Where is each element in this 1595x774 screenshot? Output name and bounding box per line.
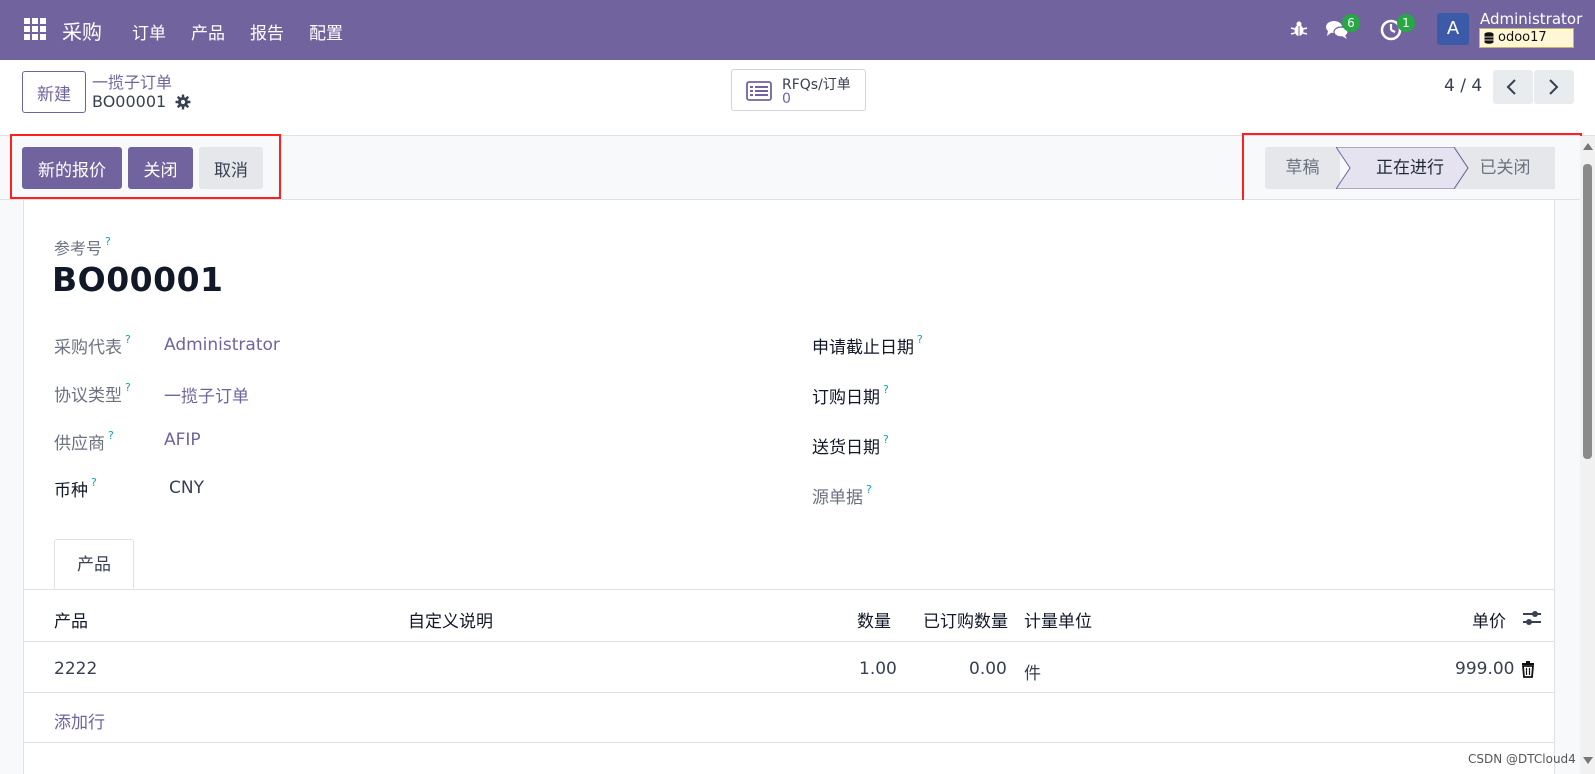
- control-panel: 新建 一揽子订单 BO00001 RFQs/订单 0 4 / 4: [0, 60, 1595, 136]
- menu-item-configuration[interactable]: 配置: [309, 19, 343, 44]
- menu-item-products[interactable]: 产品: [191, 19, 225, 44]
- cell-uom[interactable]: 件: [1024, 659, 1041, 684]
- smart-button-count: 0: [782, 91, 791, 107]
- pager-previous-button[interactable]: [1493, 70, 1533, 104]
- column-header-unit-price[interactable]: 单价: [1472, 607, 1506, 632]
- scrollbar-thumb[interactable]: [1583, 164, 1592, 459]
- field-agreement-type[interactable]: 一揽子订单: [164, 382, 249, 407]
- cell-ordered-quantity: 0.00: [969, 659, 1007, 679]
- top-navbar: 采购 订单 产品 报告 配置 6 1 A Administrator odoo1…: [0, 0, 1595, 60]
- app-root: 采购 订单 产品 报告 配置 6 1 A Administrator odoo1…: [0, 0, 1595, 774]
- field-label-order-date: 订购日期?: [812, 383, 889, 408]
- help-tooltip-icon[interactable]: ?: [883, 433, 889, 446]
- reference-value: BO00001: [52, 260, 224, 299]
- column-header-description[interactable]: 自定义说明: [408, 607, 493, 632]
- form-sheet: [23, 200, 1555, 774]
- optional-columns-settings-icon[interactable]: [1522, 609, 1542, 627]
- highlight-box-action-buttons: [10, 134, 281, 199]
- tab-bar-divider: [23, 589, 1555, 590]
- table-row-divider: [23, 692, 1555, 693]
- apps-menu-icon[interactable]: [24, 18, 46, 40]
- list-icon: [746, 81, 772, 101]
- pager-value[interactable]: 4 / 4: [1444, 76, 1482, 96]
- field-label-delivery-date: 送货日期?: [812, 433, 889, 458]
- menu-item-orders[interactable]: 订单: [132, 19, 166, 44]
- cell-unit-price[interactable]: 999.00: [1455, 659, 1514, 679]
- tab-products[interactable]: 产品: [54, 539, 134, 589]
- chevron-left-icon: [1506, 79, 1516, 95]
- field-label-purchase-rep: 采购代表?: [54, 333, 131, 358]
- field-label-source-document: 源单据?: [812, 483, 872, 508]
- field-currency[interactable]: CNY: [169, 478, 204, 498]
- watermark-text: CSDN @DTCloud4: [1468, 752, 1576, 766]
- database-icon: [1484, 32, 1494, 44]
- field-label-currency: 币种?: [54, 476, 97, 501]
- field-label-vendor: 供应商?: [54, 429, 114, 454]
- column-header-product[interactable]: 产品: [54, 607, 88, 632]
- add-line-link[interactable]: 添加行: [54, 708, 105, 733]
- help-tooltip-icon[interactable]: ?: [108, 429, 114, 442]
- help-tooltip-icon[interactable]: ?: [105, 235, 111, 248]
- help-tooltip-icon[interactable]: ?: [917, 333, 923, 346]
- column-header-quantity[interactable]: 数量: [857, 607, 891, 632]
- field-label-agreement-type: 协议类型?: [54, 381, 131, 406]
- database-badge: odoo17: [1479, 28, 1574, 48]
- reference-label: 参考号?: [54, 235, 111, 258]
- help-tooltip-icon[interactable]: ?: [125, 381, 131, 394]
- activities-count-badge: 1: [1397, 14, 1415, 32]
- help-tooltip-icon[interactable]: ?: [866, 483, 872, 496]
- app-title[interactable]: 采购: [62, 16, 102, 45]
- debug-bug-icon[interactable]: [1290, 20, 1308, 38]
- help-tooltip-icon[interactable]: ?: [125, 333, 131, 346]
- delete-trash-icon[interactable]: [1521, 661, 1535, 678]
- field-label-deadline: 申请截止日期?: [812, 333, 923, 358]
- table-footer-divider: [23, 742, 1555, 743]
- help-tooltip-icon[interactable]: ?: [91, 476, 97, 489]
- help-tooltip-icon[interactable]: ?: [883, 383, 889, 396]
- scroll-down-arrow-icon[interactable]: [1583, 757, 1593, 764]
- table-header-divider: [23, 641, 1555, 642]
- column-header-ordered-quantity[interactable]: 已订购数量: [923, 607, 1008, 632]
- gear-icon[interactable]: [175, 94, 191, 110]
- field-vendor[interactable]: AFIP: [164, 430, 201, 450]
- breadcrumb-parent-link[interactable]: 一揽子订单: [92, 69, 172, 93]
- chevron-right-icon: [1549, 79, 1559, 95]
- breadcrumb-current: BO00001: [92, 92, 167, 111]
- messages-count-badge: 6: [1342, 14, 1360, 32]
- scroll-up-arrow-icon[interactable]: [1583, 143, 1593, 150]
- column-header-uom[interactable]: 计量单位: [1024, 607, 1092, 632]
- smart-button-label: RFQs/订单: [782, 77, 851, 93]
- cell-quantity[interactable]: 1.00: [859, 659, 897, 679]
- user-name[interactable]: Administrator: [1480, 10, 1582, 28]
- menu-item-reporting[interactable]: 报告: [250, 19, 284, 44]
- database-name: odoo17: [1498, 30, 1547, 45]
- new-button[interactable]: 新建: [22, 71, 86, 113]
- main-menu: 订单 产品 报告 配置: [132, 19, 368, 44]
- user-avatar[interactable]: A: [1437, 13, 1469, 45]
- rfqs-orders-smart-button[interactable]: RFQs/订单 0: [731, 69, 866, 111]
- pager-next-button[interactable]: [1534, 70, 1574, 104]
- highlight-box-stages: [1242, 133, 1582, 203]
- field-purchase-rep[interactable]: Administrator: [164, 335, 280, 355]
- cell-product[interactable]: 2222: [54, 659, 97, 679]
